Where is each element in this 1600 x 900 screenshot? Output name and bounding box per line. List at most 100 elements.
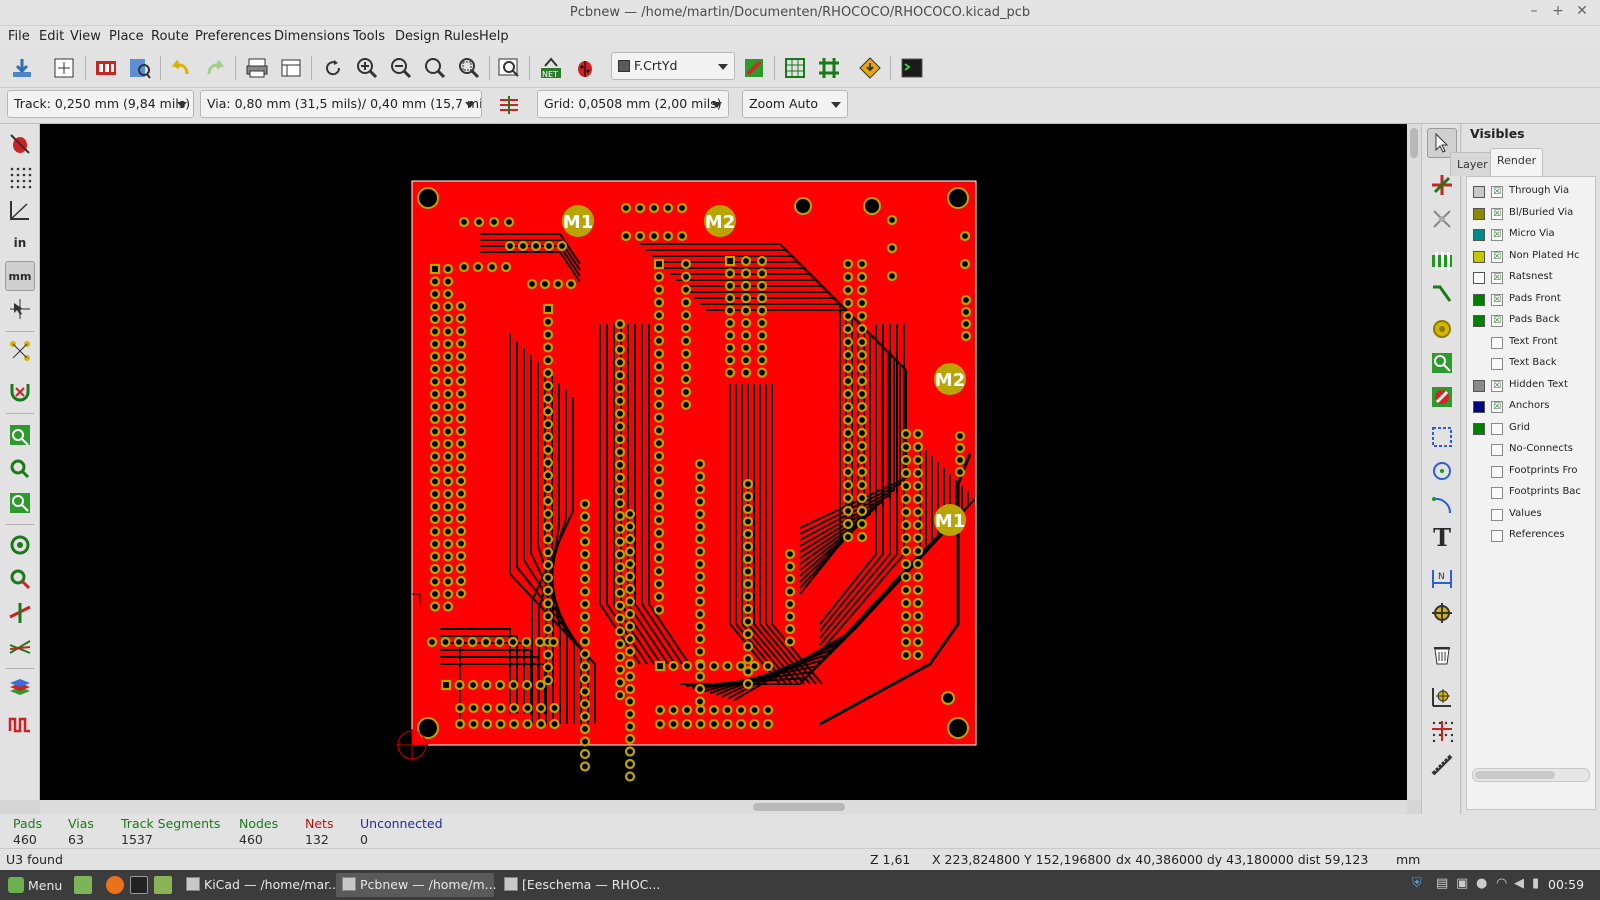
redo-icon[interactable] (200, 53, 230, 83)
color-swatch[interactable] (1473, 229, 1485, 241)
network-icon[interactable]: ◠ (1496, 876, 1507, 891)
zoom-select[interactable]: Zoom Auto (742, 90, 848, 118)
menu-help[interactable]: Help (479, 29, 509, 44)
render-item[interactable]: ☒ Ratsnest (1467, 267, 1595, 289)
drc-off-icon[interactable] (5, 129, 35, 159)
render-item[interactable]: ☒ Hidden Text (1467, 375, 1595, 397)
grid-toggle-icon[interactable] (5, 162, 35, 192)
start-menu-button[interactable]: Menu (2, 873, 68, 897)
drc-icon[interactable] (570, 53, 600, 83)
taskbar-pcbnew[interactable]: Pcbnew — /home/m... (336, 873, 497, 897)
taskbar-kicad[interactable]: KiCad — /home/mar... (180, 873, 340, 897)
menu-route[interactable]: Route (151, 29, 189, 44)
keyboard-layout-icon[interactable]: ▤ (1436, 876, 1448, 891)
visibility-checkbox[interactable] (1491, 487, 1503, 499)
minimize-icon[interactable]: – (1524, 3, 1544, 19)
vertical-scrollbar[interactable] (1407, 124, 1421, 800)
color-swatch[interactable] (1473, 315, 1485, 327)
color-swatch[interactable] (1473, 401, 1485, 413)
auto-track-width-icon[interactable] (494, 90, 524, 120)
module-ratsnest-icon[interactable] (5, 377, 35, 407)
find-icon[interactable] (494, 53, 524, 83)
color-swatch[interactable] (1473, 293, 1485, 306)
render-item[interactable]: ☒ Anchors (1467, 396, 1595, 418)
show-desktop-icon[interactable] (74, 876, 92, 894)
tab-render[interactable]: Render (1490, 148, 1544, 177)
grid-origin-icon[interactable] (1427, 716, 1457, 746)
layer-pair-icon[interactable] (739, 53, 769, 83)
track-clearance-icon[interactable] (5, 598, 35, 628)
firefox-icon[interactable] (106, 876, 124, 894)
color-swatch[interactable] (1473, 272, 1485, 284)
add-target-icon[interactable] (1427, 598, 1457, 628)
delete-icon[interactable] (1427, 640, 1457, 670)
track-sketch-icon[interactable] (5, 488, 35, 518)
render-item[interactable]: Values (1467, 504, 1595, 526)
keepout-zone-icon[interactable] (1427, 382, 1457, 412)
visibility-checkbox[interactable]: ☒ (1491, 315, 1503, 327)
autoplace-icon[interactable] (780, 53, 810, 83)
undo-icon[interactable] (166, 53, 196, 83)
menu-dimensions[interactable]: Dimensions (274, 29, 350, 44)
battery-icon[interactable]: ▮ (1532, 876, 1539, 891)
visibility-checkbox[interactable]: ☒ (1491, 379, 1503, 392)
render-item[interactable]: Footprints Fro (1467, 461, 1595, 483)
plot-icon[interactable] (276, 53, 306, 83)
zone-fill-icon[interactable] (5, 420, 35, 450)
visibility-checkbox[interactable] (1491, 422, 1503, 435)
visibility-checkbox[interactable]: ☒ (1491, 229, 1503, 241)
redraw-icon[interactable] (318, 53, 348, 83)
load-module-icon[interactable] (91, 53, 121, 83)
track-outline-icon[interactable] (5, 632, 35, 662)
render-item[interactable]: Grid (1467, 418, 1595, 440)
autoroute-icon[interactable] (814, 53, 844, 83)
visibility-checkbox[interactable]: ☒ (1491, 272, 1503, 284)
menu-edit[interactable]: Edit (39, 29, 64, 44)
clipboard-icon[interactable]: ▣ (1456, 876, 1468, 891)
color-swatch[interactable] (1473, 207, 1485, 220)
inch-units-icon[interactable]: in (5, 228, 35, 258)
render-item[interactable]: Text Front (1467, 332, 1595, 354)
visibility-checkbox[interactable] (1491, 530, 1503, 542)
microwave-icon[interactable] (855, 53, 885, 83)
pad-sketch-icon[interactable] (5, 530, 35, 560)
add-zone-icon[interactable] (1427, 348, 1457, 378)
print-icon[interactable] (242, 53, 272, 83)
render-item[interactable]: References (1467, 525, 1595, 547)
visibility-checkbox[interactable] (1491, 444, 1503, 456)
save-board-icon[interactable] (7, 53, 37, 83)
visibility-checkbox[interactable]: ☒ (1491, 401, 1503, 413)
cursor-shape-icon[interactable] (5, 294, 35, 324)
files-icon[interactable] (154, 876, 172, 894)
user-icon[interactable]: ● (1476, 876, 1487, 891)
color-swatch[interactable] (1473, 422, 1485, 435)
visibility-checkbox[interactable]: ☒ (1491, 207, 1503, 220)
high-contrast-icon[interactable] (5, 674, 35, 704)
grid-select[interactable]: Grid: 0,0508 mm (2,00 mils) (537, 90, 729, 118)
render-item[interactable]: Footprints Bac (1467, 482, 1595, 504)
tab-layer[interactable]: Layer (1450, 152, 1495, 176)
layer-select[interactable]: F.CrtYd (611, 52, 735, 80)
menu-view[interactable]: View (70, 29, 101, 44)
visibility-checkbox[interactable] (1491, 508, 1503, 521)
page-settings-icon[interactable] (49, 53, 79, 83)
render-item[interactable]: No-Connects (1467, 439, 1595, 461)
add-graphic-line-icon[interactable] (1427, 422, 1457, 452)
add-via-icon[interactable] (1427, 314, 1457, 344)
render-item[interactable]: Text Back (1467, 353, 1595, 375)
terminal-icon[interactable] (130, 876, 148, 894)
color-swatch[interactable] (1473, 186, 1485, 198)
via-size-select[interactable]: Via: 0,80 mm (31,5 mils)/ 0,40 mm (15,7 … (200, 90, 482, 118)
route-track-icon[interactable] (1427, 280, 1457, 310)
measure-tool-icon[interactable] (1427, 750, 1457, 780)
add-text-icon[interactable]: T (1427, 522, 1457, 552)
taskbar-eeschema[interactable]: [Eeschema — RHOC... (498, 873, 660, 897)
menu-tools[interactable]: Tools (353, 29, 385, 44)
menu-place[interactable]: Place (109, 29, 144, 44)
visibility-checkbox[interactable]: ☒ (1491, 250, 1503, 263)
zoom-in-icon[interactable] (352, 53, 382, 83)
render-item[interactable]: ☒ Bl/Buried Via (1467, 203, 1595, 225)
render-item[interactable]: ☒ Pads Front (1467, 289, 1595, 311)
pcb-canvas[interactable]: M1 M2 M2 M1 (40, 124, 1407, 800)
horizontal-scrollbar[interactable] (40, 800, 1407, 814)
